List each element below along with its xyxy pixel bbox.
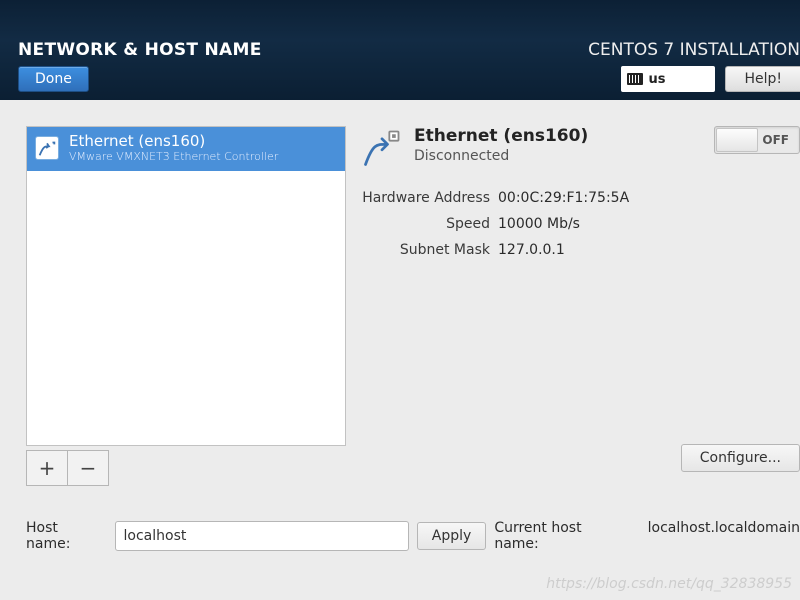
keyboard-layout-selector[interactable]: us bbox=[621, 66, 715, 92]
hostname-label: Host name: bbox=[26, 520, 107, 552]
keyboard-icon bbox=[627, 73, 643, 85]
network-list[interactable]: Ethernet (ens160) VMware VMXNET3 Etherne… bbox=[26, 126, 346, 446]
details-title: Ethernet (ens160) bbox=[414, 126, 588, 146]
toggle-knob bbox=[716, 128, 758, 152]
network-details: Ethernet (ens160) Disconnected OFF Hardw… bbox=[360, 126, 800, 486]
speed-label: Speed bbox=[360, 216, 490, 232]
configure-button[interactable]: Configure... bbox=[681, 444, 800, 472]
installer-title: CENTOS 7 INSTALLATION bbox=[588, 40, 800, 60]
body: Ethernet (ens160) VMware VMXNET3 Etherne… bbox=[0, 100, 800, 600]
list-buttons: + − bbox=[26, 450, 346, 486]
top-banner: NETWORK & HOST NAME CENTOS 7 INSTALLATIO… bbox=[0, 0, 800, 100]
network-item-label: Ethernet (ens160) bbox=[69, 133, 278, 150]
details-properties: Hardware Address 00:0C:29:F1:75:5A Speed… bbox=[360, 190, 786, 258]
hostname-input[interactable] bbox=[115, 521, 409, 551]
top-right-group: us Help! bbox=[621, 66, 800, 92]
current-hostname: Current host name: localhost.localdomain bbox=[494, 520, 800, 552]
watermark-text: https://blog.csdn.net/qq_32838955 bbox=[546, 576, 792, 592]
hwaddr-label: Hardware Address bbox=[360, 190, 490, 206]
apply-hostname-button[interactable]: Apply bbox=[417, 522, 487, 550]
done-button[interactable]: Done bbox=[18, 66, 89, 92]
connection-toggle[interactable]: OFF bbox=[714, 126, 800, 154]
hostname-row: Host name: Apply Current host name: loca… bbox=[26, 520, 800, 552]
current-hostname-label: Current host name: bbox=[494, 520, 629, 552]
ethernet-icon bbox=[360, 126, 404, 170]
prop-row-speed: Speed 10000 Mb/s bbox=[360, 216, 786, 232]
subnet-value: 127.0.0.1 bbox=[498, 242, 565, 258]
prop-row-subnet: Subnet Mask 127.0.0.1 bbox=[360, 242, 786, 258]
current-hostname-value: localhost.localdomain bbox=[648, 520, 800, 552]
network-item-sublabel: VMware VMXNET3 Ethernet Controller bbox=[69, 150, 278, 163]
network-list-panel: Ethernet (ens160) VMware VMXNET3 Etherne… bbox=[26, 126, 346, 486]
help-button[interactable]: Help! bbox=[725, 66, 800, 92]
prop-row-hwaddr: Hardware Address 00:0C:29:F1:75:5A bbox=[360, 190, 786, 206]
speed-value: 10000 Mb/s bbox=[498, 216, 580, 232]
network-list-item[interactable]: Ethernet (ens160) VMware VMXNET3 Etherne… bbox=[27, 127, 345, 171]
add-network-button[interactable]: + bbox=[26, 450, 68, 486]
ethernet-small-icon bbox=[35, 136, 59, 160]
remove-network-button[interactable]: − bbox=[67, 450, 109, 486]
hwaddr-value: 00:0C:29:F1:75:5A bbox=[498, 190, 629, 206]
details-status: Disconnected bbox=[414, 148, 588, 164]
keyboard-layout-label: us bbox=[648, 72, 665, 87]
content: Ethernet (ens160) VMware VMXNET3 Etherne… bbox=[0, 100, 800, 486]
toggle-label: OFF bbox=[762, 133, 799, 147]
subnet-label: Subnet Mask bbox=[360, 242, 490, 258]
